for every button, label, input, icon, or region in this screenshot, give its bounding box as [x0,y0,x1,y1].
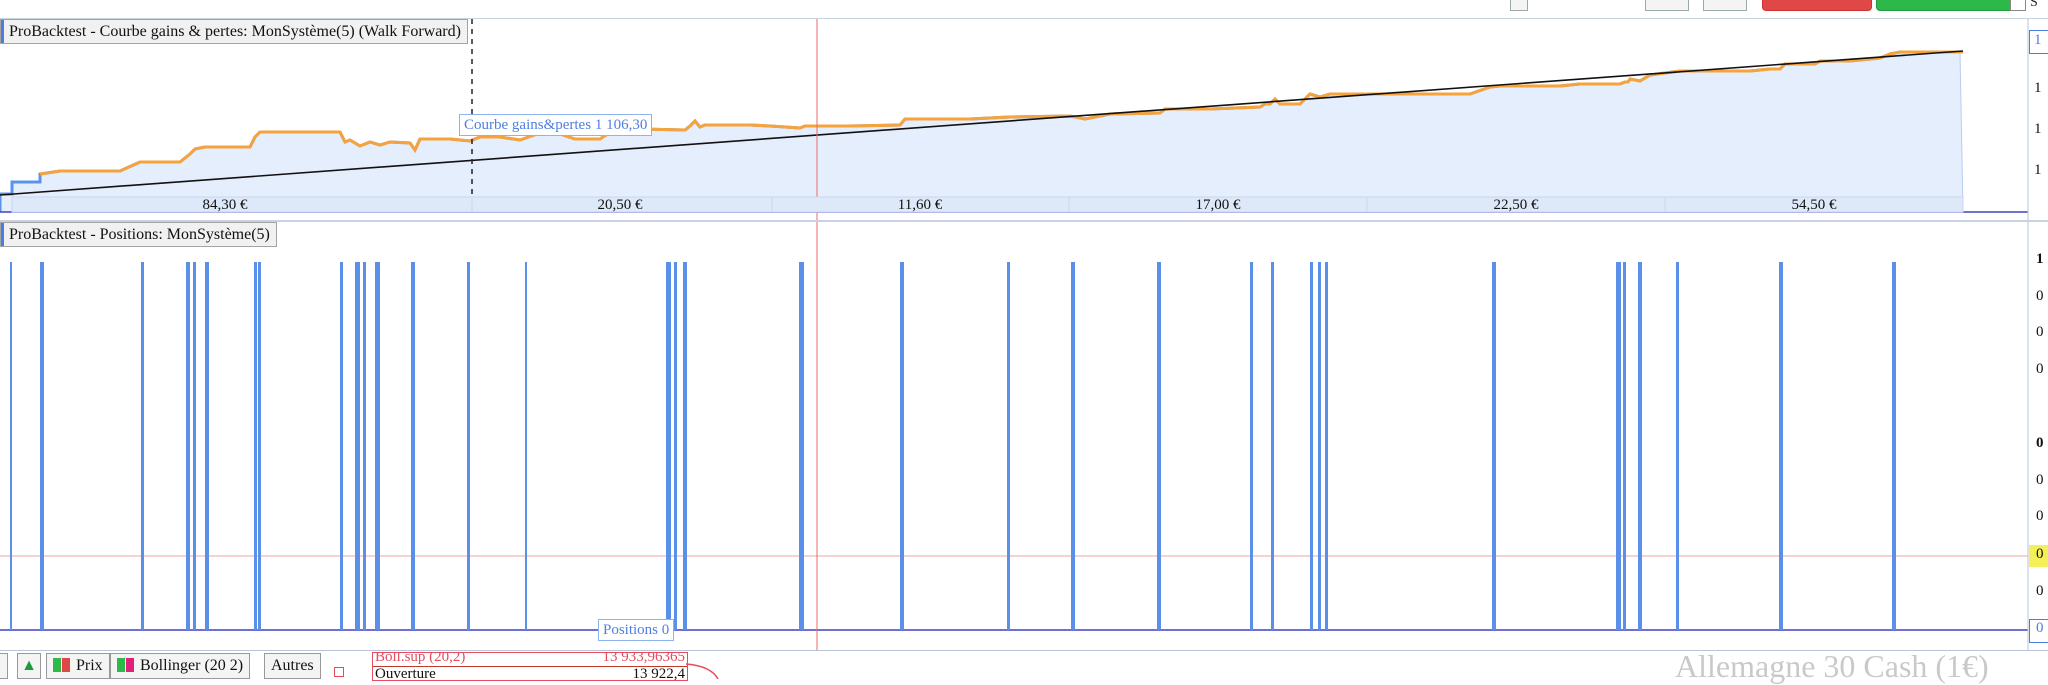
info-header-label: Boll.sup (20,2) [375,652,466,665]
equity-cursor-tooltip: Courbe gains&pertes 1 106,30 [459,114,653,136]
equity-chart[interactable] [0,19,2048,220]
tab-bollinger-label: Bollinger (20 2) [140,657,244,674]
position-bar [525,262,527,630]
position-bar [1676,262,1679,630]
position-bar [1492,262,1496,630]
position-bar [375,262,380,630]
equity-cursor-value: 1 106,30 [594,117,648,133]
collapse-button[interactable] [0,653,8,679]
position-bar [193,262,196,630]
position-bar [363,262,366,630]
bollinger-swatch-green [117,658,125,672]
position-bar [1318,262,1321,630]
segment-label-3: 11,60 € [897,197,943,213]
segment-label-2: 20,50 € [597,197,643,213]
position-bar [40,262,44,630]
position-bars [10,262,1896,630]
equity-panel-title[interactable]: ProBacktest - Courbe gains & pertes: Mon… [0,19,468,44]
position-bar [1310,262,1313,630]
position-bar [683,262,687,630]
segment-label-6: 54,50 € [1791,197,1837,213]
instrument-watermark: Allemagne 30 Cash (1€) [1675,648,1989,684]
equity-cursor-label: Courbe gains&pertes [464,117,592,133]
equity-axis-tick-4: 1 [2034,162,2042,178]
info-box-connector [686,663,719,679]
positions-axis-tick-4: 0 [2036,361,2044,377]
position-bar [799,262,804,630]
layout-button-1[interactable] [1645,0,1689,11]
position-bar [1616,262,1621,630]
positions-axis-tick-5: 0 [2036,435,2044,451]
position-bar [411,262,415,630]
position-bar [1623,262,1626,630]
positions-chart[interactable] [0,222,2048,650]
position-bar [900,262,904,630]
positions-axis-tick-8: 0 [2036,546,2044,562]
equity-axis-tick-1: 1 [2034,32,2042,48]
tab-autres-label: Autres [271,657,314,674]
position-bar [1638,262,1642,630]
top-checkbox[interactable] [2010,0,2026,11]
position-bar [1157,262,1161,630]
position-bar [1250,262,1253,630]
position-bar [1071,262,1075,630]
positions-axis-tick-1: 1 [2036,251,2044,267]
position-bar [1892,262,1896,630]
segment-label-1: 84,30 € [202,197,248,213]
positions-axis-tick-9: 0 [2036,583,2044,599]
layout-button-2[interactable] [1703,0,1747,11]
toolbar-icon-button[interactable] [1510,0,1528,11]
top-toolbar: S [0,0,2048,19]
position-bar [1007,262,1010,630]
position-bar [355,262,360,630]
position-bar [674,262,677,630]
position-bar [141,262,144,630]
position-bar [186,262,190,630]
equity-axis-tick-3: 1 [2034,121,2042,137]
arrow-up-icon[interactable]: ▲ [17,653,41,679]
position-bar [666,262,671,630]
position-bar [340,262,343,630]
positions-cursor-value: 0 [661,622,670,638]
position-bar [10,262,12,630]
positions-cursor-tooltip: Positions 0 [598,619,675,641]
sell-button[interactable] [1762,0,1872,11]
positions-axis-tick-3: 0 [2036,324,2044,340]
positions-panel-title[interactable]: ProBacktest - Positions: MonSystème(5) [0,222,277,247]
red-marker-icon [334,667,344,677]
positions-axis-tick-7: 0 [2036,508,2044,524]
tab-bollinger[interactable]: Bollinger (20 2) [110,653,251,679]
price-info-box: Boll.sup (20,2) 13 933,96365 Ouverture 1… [372,652,688,681]
tab-autres[interactable]: Autres [264,653,321,679]
positions-axis-tick-2: 0 [2036,288,2044,304]
top-checkbox-label: S [2030,0,2038,10]
segment-label-4: 17,00 € [1195,197,1241,213]
tab-prix-label: Prix [76,657,103,674]
position-bar [205,262,209,630]
prix-swatch-green [53,658,61,672]
prix-swatch-red [62,658,70,672]
equity-axis-tick-2: 1 [2034,80,2042,96]
info-header-value: 13 933,96365 [602,652,686,665]
position-bar [1779,262,1783,630]
positions-cursor-label: Positions [603,622,659,638]
info-header-row: Boll.sup (20,2) 13 933,96365 [373,653,687,666]
position-bar [467,262,470,630]
position-bar [258,262,261,630]
positions-axis-tick-10: 0 [2036,620,2044,636]
buy-button[interactable] [1876,0,2022,11]
position-bar [1271,262,1274,630]
positions-axis-tick-6: 0 [2036,472,2044,488]
position-bar [1325,262,1328,630]
position-bar [254,262,257,630]
segment-label-5: 22,50 € [1493,197,1539,213]
bollinger-swatch-magenta [126,658,134,672]
tab-prix[interactable]: Prix [46,653,110,679]
